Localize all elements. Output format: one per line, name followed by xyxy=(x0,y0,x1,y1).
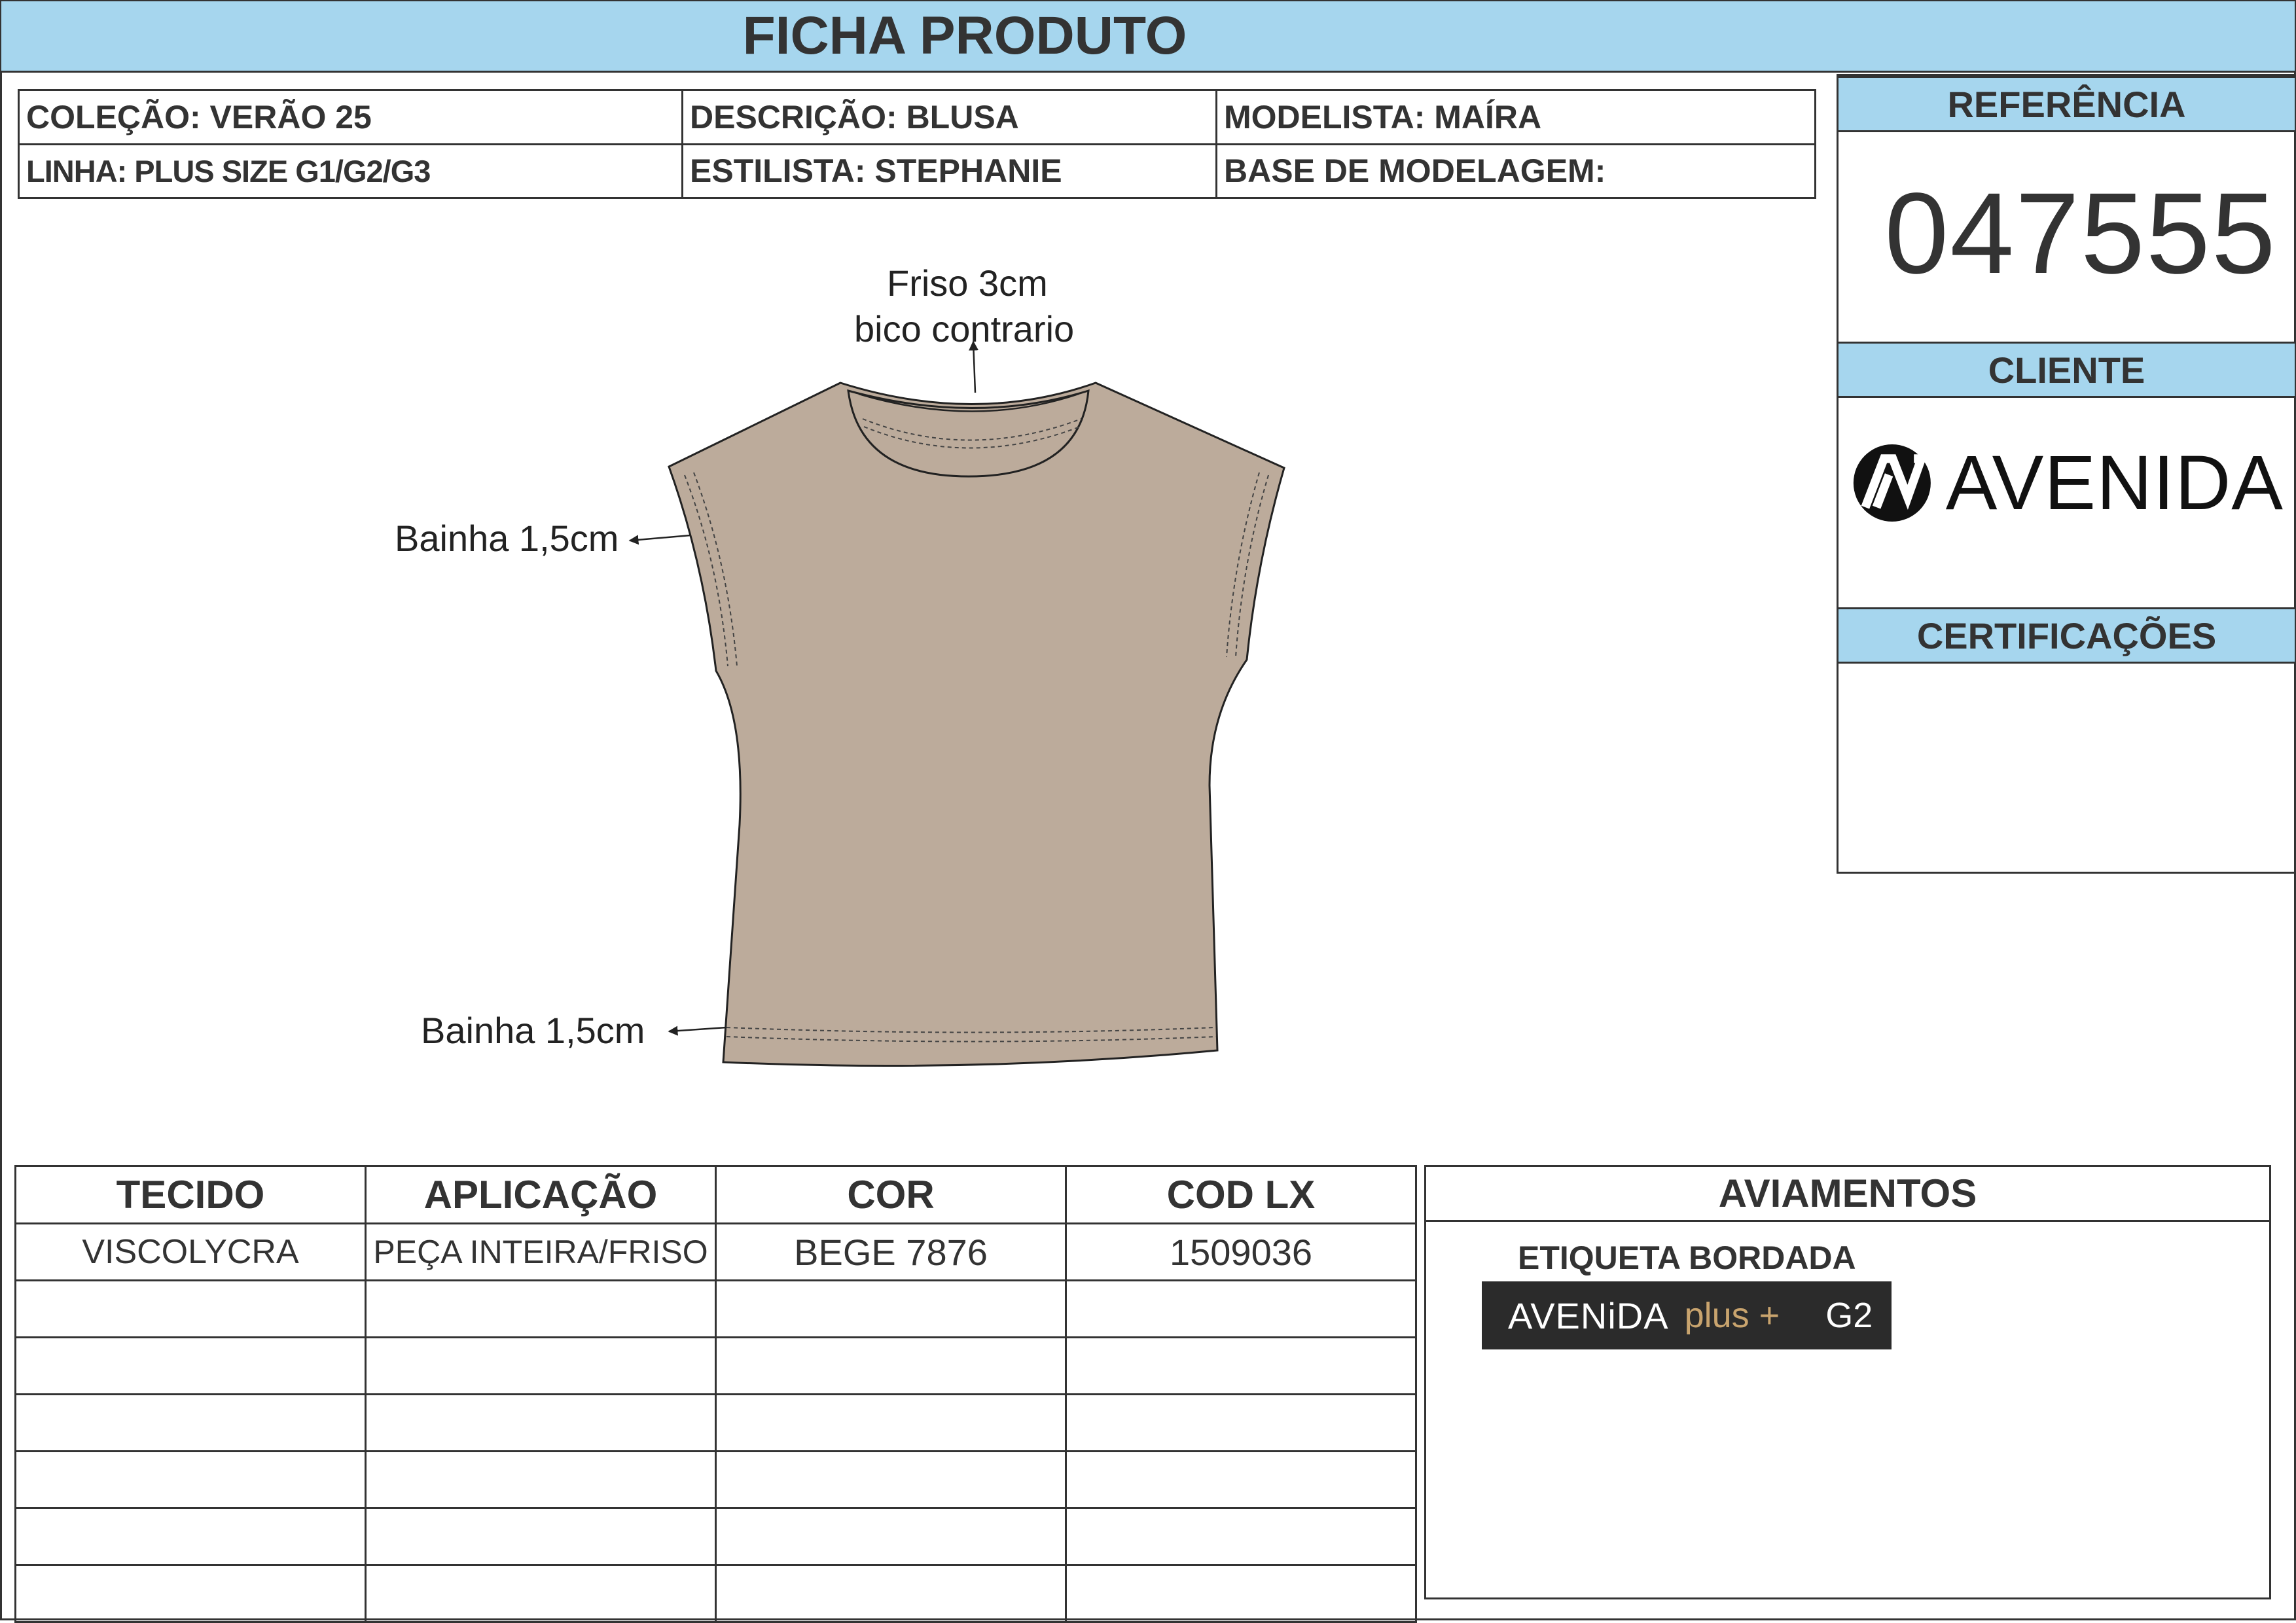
etiqueta-size: G2 xyxy=(1825,1296,1873,1335)
table-cell xyxy=(365,1279,717,1338)
table-cell xyxy=(1065,1393,1417,1452)
etiqueta-name: ETIQUETA BORDADA xyxy=(1518,1240,1856,1276)
table-cell xyxy=(14,1279,367,1338)
table-cell xyxy=(1065,1336,1417,1395)
etiqueta-label: AVENiDA plus + G2 xyxy=(1482,1281,1892,1349)
table-cell xyxy=(1065,1564,1417,1623)
table-row xyxy=(14,1450,1417,1509)
fabric-table: TECIDO APLICAÇÃO COR COD LX VISCOLYCRA PEÇA … xyxy=(14,1165,1417,1623)
sleeve-arrow xyxy=(628,534,691,545)
hem-arrow xyxy=(668,1026,727,1036)
table-row xyxy=(14,1564,1417,1623)
neck-note-line1: Friso 3cm xyxy=(887,262,1048,304)
table-cell: 1509036 xyxy=(1065,1222,1417,1281)
table-cell xyxy=(365,1564,717,1623)
table-row xyxy=(14,1279,1417,1338)
sleeve-note: Bainha 1,5cm xyxy=(395,518,619,559)
fabric-table-header: TECIDO xyxy=(14,1165,367,1224)
etiqueta-brand: AVENiDA xyxy=(1508,1294,1669,1336)
table-cell xyxy=(1065,1507,1417,1566)
table-row xyxy=(14,1393,1417,1452)
table-cell: VISCOLYCRA xyxy=(14,1222,367,1281)
table-cell xyxy=(1065,1450,1417,1509)
fabric-table-header: APLICAÇÃO xyxy=(365,1165,717,1224)
table-cell xyxy=(14,1507,367,1566)
etiqueta-plus: plus + xyxy=(1684,1296,1780,1335)
table-cell: PEÇA INTEIRA/FRISO xyxy=(365,1222,717,1281)
table-row xyxy=(14,1507,1417,1566)
table-cell xyxy=(365,1450,717,1509)
table-cell xyxy=(715,1279,1067,1338)
table-cell xyxy=(1065,1279,1417,1338)
table-cell xyxy=(14,1336,367,1395)
table-cell xyxy=(14,1564,367,1623)
table-cell xyxy=(365,1336,717,1395)
table-row xyxy=(14,1336,1417,1395)
table-cell xyxy=(715,1564,1067,1623)
fabric-table-header-row: TECIDO APLICAÇÃO COR COD LX xyxy=(14,1165,1417,1224)
table-cell xyxy=(715,1336,1067,1395)
table-cell xyxy=(365,1507,717,1566)
aviamentos-header: AVIAMENTOS xyxy=(1426,1167,2269,1222)
fabric-table-header: COD LX xyxy=(1065,1165,1417,1224)
table-cell xyxy=(365,1393,717,1452)
shirt-body xyxy=(668,382,1285,1067)
fabric-table-header: COR xyxy=(715,1165,1067,1224)
table-cell xyxy=(715,1507,1067,1566)
aviamentos-panel: AVIAMENTOS ETIQUETA BORDADA AVENiDA plus… xyxy=(1424,1165,2271,1599)
table-cell xyxy=(14,1393,367,1452)
neck-note-line2: bico contrario xyxy=(854,308,1075,349)
table-cell: BEGE 7876 xyxy=(715,1222,1067,1281)
hem-note: Bainha 1,5cm xyxy=(421,1010,645,1051)
table-cell xyxy=(715,1450,1067,1509)
table-row: VISCOLYCRA PEÇA INTEIRA/FRISO BEGE 7876 150… xyxy=(14,1222,1417,1281)
table-cell xyxy=(715,1393,1067,1452)
table-cell xyxy=(14,1450,367,1509)
